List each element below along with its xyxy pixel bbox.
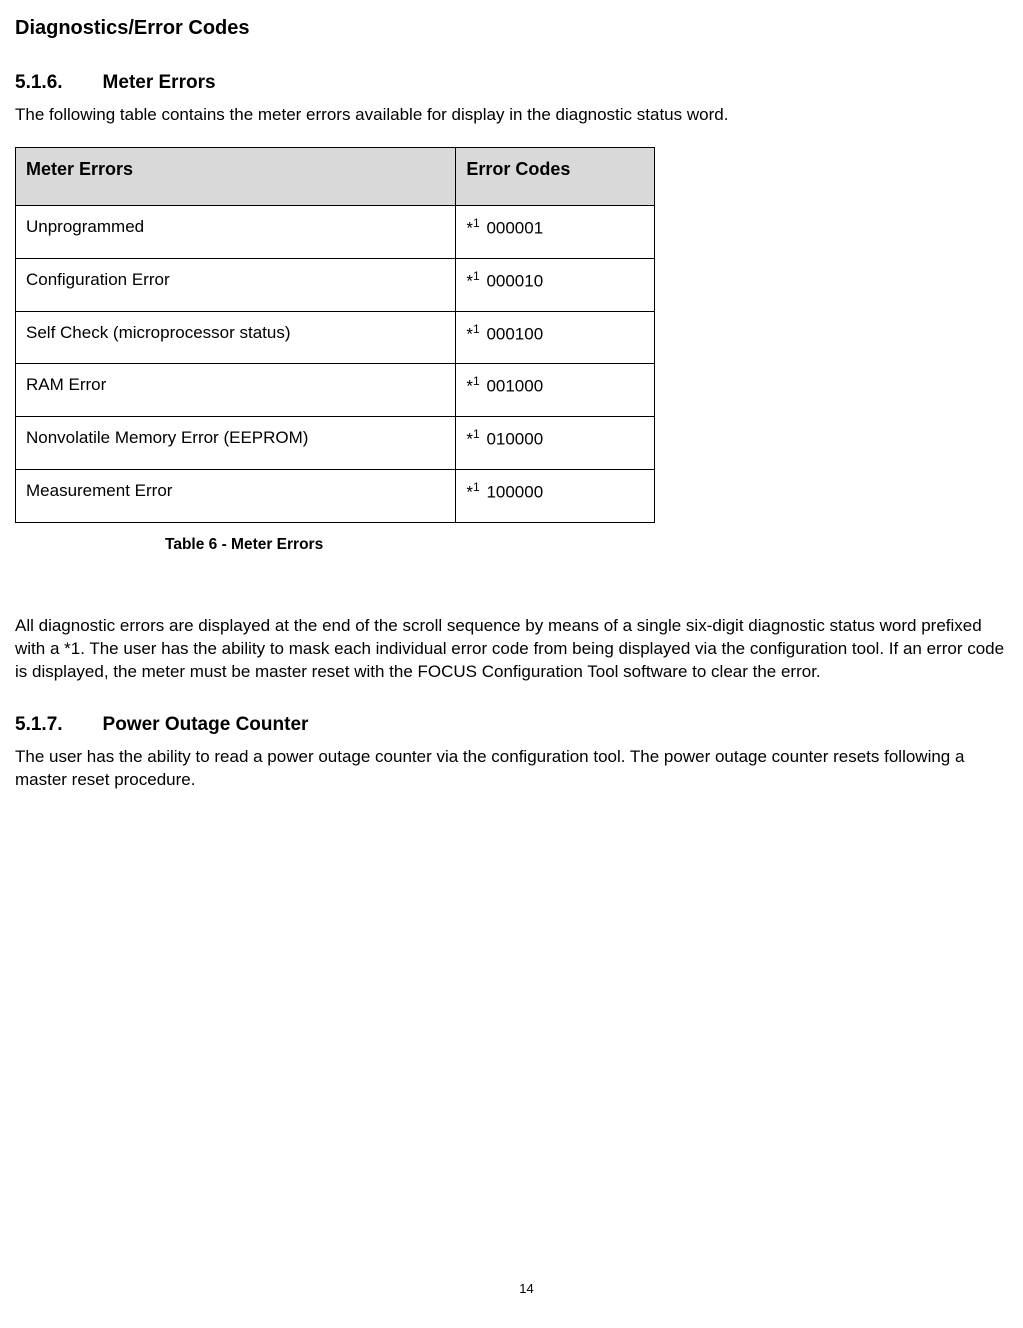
power-outage-body: The user has the ability to read a power…: [15, 746, 1013, 792]
section-number: 5.1.6.: [15, 71, 63, 96]
code-superscript: 1: [473, 374, 480, 388]
table-row: Measurement Error*1 100000: [16, 469, 655, 522]
code-superscript: 1: [473, 216, 480, 230]
table-header-col1: Meter Errors: [16, 147, 456, 205]
error-code-cell: *1 000100: [456, 311, 655, 364]
table-header-col2: Error Codes: [456, 147, 655, 205]
error-name-cell: Unprogrammed: [16, 206, 456, 259]
table-row: RAM Error*1 001000: [16, 364, 655, 417]
meter-errors-table: Meter Errors Error Codes Unprogrammed*1 …: [15, 147, 655, 523]
table-caption: Table 6 - Meter Errors: [165, 535, 1013, 555]
error-code-cell: *1 100000: [456, 469, 655, 522]
section-heading-power-outage: 5.1.7. Power Outage Counter: [15, 713, 1013, 738]
table-row: Nonvolatile Memory Error (EEPROM)*1 0100…: [16, 417, 655, 470]
error-name-cell: Configuration Error: [16, 258, 456, 311]
code-value: 010000: [482, 430, 543, 449]
error-code-cell: *1 001000: [456, 364, 655, 417]
error-code-cell: *1 010000: [456, 417, 655, 470]
table-row: Configuration Error*1 000010: [16, 258, 655, 311]
code-superscript: 1: [473, 269, 480, 283]
error-name-cell: Self Check (microprocessor status): [16, 311, 456, 364]
code-superscript: 1: [473, 322, 480, 336]
error-code-cell: *1 000001: [456, 206, 655, 259]
code-value: 000100: [482, 324, 543, 343]
section-title: Meter Errors: [103, 72, 216, 93]
code-value: 000010: [482, 271, 543, 290]
section-title: Power Outage Counter: [103, 714, 309, 735]
error-name-cell: RAM Error: [16, 364, 456, 417]
meter-errors-body: All diagnostic errors are displayed at t…: [15, 615, 1013, 684]
code-superscript: 1: [473, 480, 480, 494]
section-heading-meter-errors: 5.1.6. Meter Errors: [15, 71, 1013, 96]
code-superscript: 1: [473, 427, 480, 441]
code-value: 100000: [482, 482, 543, 501]
error-name-cell: Nonvolatile Memory Error (EEPROM): [16, 417, 456, 470]
meter-errors-intro: The following table contains the meter e…: [15, 104, 1013, 127]
code-value: 000001: [482, 219, 543, 238]
table-row: Unprogrammed*1 000001: [16, 206, 655, 259]
table-row: Self Check (microprocessor status)*1 000…: [16, 311, 655, 364]
page-container: Diagnostics/Error Codes 5.1.6. Meter Erro…: [15, 15, 1013, 1313]
error-code-cell: *1 000010: [456, 258, 655, 311]
error-name-cell: Measurement Error: [16, 469, 456, 522]
page-number: 14: [15, 1281, 1023, 1298]
section-number: 5.1.7.: [15, 713, 63, 738]
page-title: Diagnostics/Error Codes: [15, 15, 1013, 41]
code-value: 001000: [482, 377, 543, 396]
